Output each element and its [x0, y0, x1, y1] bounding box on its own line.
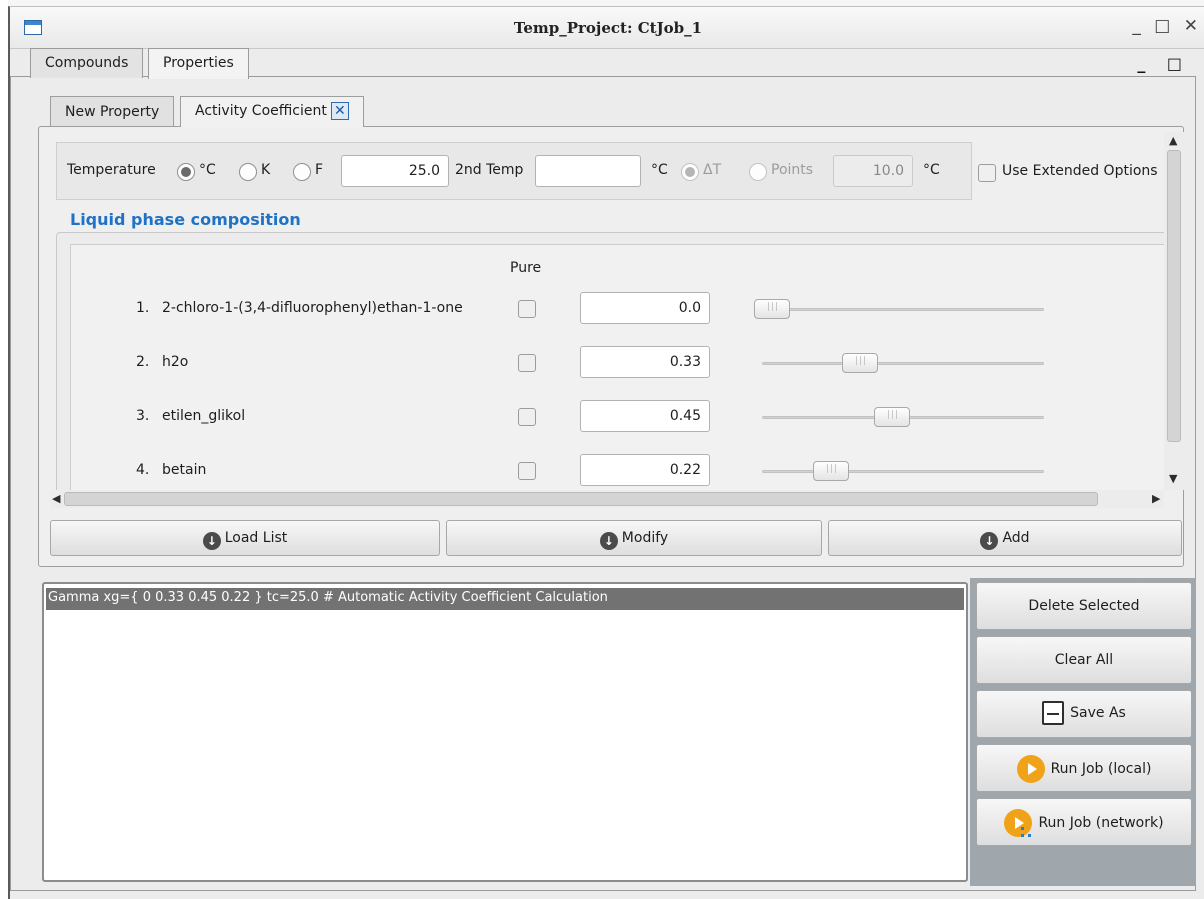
run-job-local-button[interactable]: Run Job (local) — [976, 744, 1192, 792]
scroll-down-icon[interactable]: ▼ — [1169, 472, 1177, 485]
window-controls[interactable]: _ □ ✕ — [1132, 16, 1202, 36]
fraction-slider-track[interactable] — [762, 470, 1044, 473]
tab-properties[interactable]: Properties — [148, 48, 249, 79]
temperature-label: Temperature — [67, 162, 156, 178]
pure-checkbox[interactable] — [518, 408, 536, 426]
unit-celsius-radio[interactable] — [177, 163, 195, 181]
component-name: etilen_glikol — [162, 408, 246, 424]
points-radio[interactable] — [749, 163, 767, 181]
run-job-network-button[interactable]: Run Job (network) — [976, 798, 1192, 846]
pure-header: Pure — [510, 260, 542, 276]
unit-kelvin-label: K — [261, 162, 271, 178]
delete-selected-button[interactable]: Delete Selected — [976, 582, 1192, 630]
download-icon: ↓ — [599, 532, 618, 550]
points-unit: °C — [923, 162, 940, 178]
second-temp-unit: °C — [651, 162, 668, 178]
modify-label: Modify — [621, 530, 669, 546]
vertical-scrollbar[interactable]: ▲ ▼ — [1164, 132, 1184, 490]
component-index: 4. — [136, 462, 150, 478]
tab-activity-coefficient[interactable]: Activity Coefficient ✕ — [180, 96, 364, 127]
save-as-button[interactable]: Save As — [976, 690, 1192, 738]
extended-options-checkbox[interactable] — [978, 164, 996, 182]
add-button[interactable]: ↓ Add — [828, 520, 1182, 556]
vertical-scroll-thumb[interactable] — [1167, 150, 1181, 442]
points-label: Points — [771, 162, 814, 178]
pure-checkbox[interactable] — [518, 300, 536, 318]
unit-fahrenheit-label: F — [315, 162, 324, 178]
unit-kelvin-radio[interactable] — [239, 163, 257, 181]
download-icon: ↓ — [202, 532, 221, 550]
load-list-label: Load List — [224, 530, 288, 546]
fraction-input[interactable]: 0.22 — [580, 454, 710, 486]
panel-window-controls[interactable]: _ □ — [1137, 54, 1190, 73]
component-name: h2o — [162, 354, 189, 370]
horizontal-scroll-thumb[interactable] — [64, 492, 1098, 506]
component-index: 1. — [136, 300, 150, 316]
scroll-left-icon[interactable]: ◀ — [52, 492, 60, 505]
pure-checkbox[interactable] — [518, 354, 536, 372]
temperature-group: Temperature °C K F 25.0 2nd Temp °C ΔT P… — [56, 142, 972, 200]
network-play-icon — [1004, 809, 1033, 837]
close-icon[interactable]: ✕ — [330, 102, 349, 120]
tab-new-property[interactable]: New Property — [50, 96, 175, 126]
horizontal-scrollbar[interactable]: ◀ ▶ — [50, 490, 1164, 508]
property-scroll-area: Temperature °C K F 25.0 2nd Temp °C ΔT P… — [50, 132, 1164, 490]
scroll-right-icon[interactable]: ▶ — [1152, 492, 1160, 505]
download-icon: ↓ — [980, 532, 999, 550]
composition-title: Liquid phase composition — [70, 210, 301, 229]
add-label: Add — [1002, 530, 1030, 546]
modify-button[interactable]: ↓ Modify — [446, 520, 822, 556]
unit-fahrenheit-radio[interactable] — [293, 163, 311, 181]
delta-t-radio[interactable] — [681, 163, 699, 181]
component-index: 3. — [136, 408, 150, 424]
fraction-slider-track[interactable] — [762, 362, 1044, 365]
job-list[interactable]: Gamma xg={ 0 0.33 0.45 0.22 } tc=25.0 # … — [42, 582, 968, 882]
component-index: 2. — [136, 354, 150, 370]
component-name: betain — [162, 462, 207, 478]
title-bar: Temp_Project: CtJob_1 _ □ ✕ — [10, 7, 1204, 49]
run-local-label: Run Job (local) — [1050, 761, 1152, 777]
pure-checkbox[interactable] — [518, 462, 536, 480]
second-temp-input[interactable] — [535, 155, 641, 187]
tab-activity-coefficient-label: Activity Coefficient — [195, 103, 327, 119]
fraction-slider-handle[interactable] — [842, 353, 878, 373]
fraction-input[interactable]: 0.0 — [580, 292, 710, 324]
play-icon — [1016, 755, 1045, 783]
fraction-slider-handle[interactable] — [813, 461, 849, 481]
load-list-button[interactable]: ↓ Load List — [50, 520, 440, 556]
fraction-input[interactable]: 0.33 — [580, 346, 710, 378]
floppy-disk-icon — [1042, 701, 1065, 725]
points-input[interactable]: 10.0 — [833, 155, 913, 187]
desktop-edge — [0, 0, 8, 899]
clear-all-button[interactable]: Clear All — [976, 636, 1192, 684]
run-network-label: Run Job (network) — [1038, 815, 1164, 831]
fraction-slider-handle[interactable] — [754, 299, 790, 319]
fraction-input[interactable]: 0.45 — [580, 400, 710, 432]
fraction-slider-handle[interactable] — [874, 407, 910, 427]
save-as-label: Save As — [1070, 705, 1126, 721]
tab-compounds[interactable]: Compounds — [30, 48, 144, 78]
second-temp-label: 2nd Temp — [455, 162, 524, 178]
job-list-item[interactable]: Gamma xg={ 0 0.33 0.45 0.22 } tc=25.0 # … — [46, 588, 964, 610]
unit-celsius-label: °C — [199, 162, 216, 178]
fraction-slider-track[interactable] — [762, 308, 1044, 311]
component-name: 2-chloro-1-(3,4-difluorophenyl)ethan-1-o… — [162, 300, 463, 316]
delta-t-label: ΔT — [703, 162, 722, 178]
temperature-input[interactable]: 25.0 — [341, 155, 449, 187]
scroll-up-icon[interactable]: ▲ — [1169, 134, 1177, 147]
extended-options-label: Use Extended Options — [1002, 163, 1158, 179]
window-title: Temp_Project: CtJob_1 — [513, 19, 703, 37]
